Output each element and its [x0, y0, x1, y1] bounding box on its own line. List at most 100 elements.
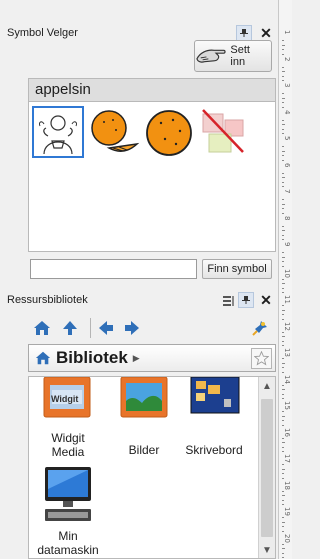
ruler-tick [282, 305, 284, 306]
ruler-tick [282, 530, 284, 532]
ruler-tick [282, 345, 284, 346]
resource-item-bilder[interactable]: Bilder [109, 377, 179, 457]
resource-toolbar [28, 316, 276, 340]
close-icon[interactable]: ✕ [258, 292, 274, 308]
ruler-tick [282, 340, 284, 342]
ruler-tick [282, 358, 284, 359]
ruler-tick [282, 411, 284, 412]
resource-item-widgit-media[interactable]: Widgit Widgit Media [33, 377, 103, 459]
ruler-tick [282, 265, 284, 267]
ruler-tick [282, 473, 284, 474]
pictures-icon [120, 377, 168, 418]
resource-label-bilder: Bilder [128, 443, 160, 457]
ruler-tick [282, 124, 285, 125]
resource-scrollbar[interactable]: ▲ ▼ [258, 377, 275, 558]
resource-panel-title: Ressursbibliotek [7, 294, 88, 306]
resource-item-skrivebord[interactable]: Skrivebord [179, 377, 249, 457]
ruler-tick [282, 424, 284, 426]
breadcrumb-label[interactable]: Bibliotek [56, 348, 128, 368]
insert-button-label: Sett inn [230, 44, 250, 68]
ruler-number: 3 [283, 83, 291, 88]
ruler-tick [282, 159, 284, 161]
ruler-tick [282, 552, 284, 554]
ruler-number: 17 [283, 454, 291, 463]
ruler-tick [282, 155, 284, 156]
ruler-tick [282, 504, 284, 505]
ruler-tick [282, 526, 284, 527]
ruler-number: 11 [283, 295, 291, 304]
ruler-tick [282, 133, 284, 134]
toolbar-separator [90, 318, 91, 338]
ruler-tick [282, 278, 284, 280]
insert-button[interactable]: Sett inn [194, 40, 272, 72]
ruler-tick [282, 415, 285, 417]
ruler-tick [282, 442, 285, 443]
favorite-star-icon[interactable] [251, 348, 272, 369]
ruler-tick [282, 172, 284, 174]
ruler-number: 10 [283, 268, 291, 278]
ruler-number: 6 [283, 162, 291, 167]
scroll-down-icon[interactable]: ▼ [262, 545, 272, 556]
close-icon[interactable]: ✕ [258, 25, 274, 41]
ruler-tick [282, 517, 284, 518]
ruler-number: 18 [283, 480, 291, 490]
symbol-panel-title: Symbol Velger [7, 27, 78, 39]
forward-arrow-icon[interactable] [122, 318, 142, 338]
resource-view: Widgit Widgit Media Bilder Skrivebord Mi… [28, 376, 276, 559]
ruler-tick [282, 234, 284, 236]
ruler-number: 20 [283, 533, 291, 543]
ruler-number: 7 [283, 189, 291, 194]
ruler-tick [282, 468, 285, 470]
ruler-tick [282, 362, 285, 364]
ruler-tick [282, 186, 284, 187]
ruler-tick [282, 119, 284, 121]
ruler-number: 19 [283, 507, 291, 516]
chevron-right-icon[interactable]: ▶ [133, 353, 140, 364]
ruler-tick [282, 71, 285, 72]
find-symbol-button[interactable]: Finn symbol [202, 259, 272, 279]
ruler-tick [282, 495, 285, 496]
symbol-sign-orange[interactable] [32, 106, 84, 158]
ruler-tick [282, 499, 284, 501]
resource-item-min-datamaskin[interactable]: Min datamaskin [33, 467, 103, 557]
widgit-thumb-text: Widgit [51, 394, 79, 404]
ruler-tick [282, 464, 284, 465]
panel-menu-icon[interactable] [220, 292, 236, 308]
back-arrow-icon[interactable] [96, 318, 116, 338]
symbol-word: appelsin [28, 78, 276, 102]
ruler-number: 13 [283, 348, 291, 357]
orange-slices-icon [91, 110, 140, 152]
ruler-number: 16 [283, 427, 291, 437]
ruler-tick [282, 336, 285, 337]
up-arrow-icon[interactable] [60, 318, 80, 338]
pin-icon[interactable] [238, 292, 254, 308]
ruler-tick [282, 367, 284, 368]
ruler-tick [282, 150, 285, 152]
hand-pointer-icon [196, 49, 226, 63]
symbol-grid [28, 102, 276, 252]
ruler-tick [282, 203, 285, 205]
ruler-tick [282, 225, 284, 227]
ruler-tick [282, 181, 284, 183]
scroll-thumb[interactable] [261, 399, 273, 537]
symbol-orange-slices[interactable] [89, 106, 141, 158]
home-icon [35, 351, 51, 365]
ruler-tick [282, 283, 285, 284]
symbol-search-input[interactable] [30, 259, 197, 279]
ruler-tick [282, 261, 284, 262]
home-icon[interactable] [32, 318, 52, 338]
pin-favorite-icon[interactable] [250, 318, 270, 338]
ruler-tick [282, 371, 284, 373]
scroll-up-icon[interactable]: ▲ [262, 381, 272, 392]
symbol-orange[interactable] [143, 106, 195, 158]
ruler-tick [282, 451, 284, 452]
orange-icon [146, 110, 192, 156]
ruler-tick [282, 314, 284, 315]
pin-icon[interactable] [236, 25, 252, 41]
ruler-tick [282, 230, 285, 231]
symbol-no-orange[interactable] [197, 106, 249, 158]
resource-label-min-datamaskin: Min datamaskin [37, 529, 99, 557]
ruler-number: 1 [283, 30, 291, 35]
ruler-number: 4 [283, 109, 291, 114]
resource-panel-header: Ressursbibliotek ✕ [0, 289, 278, 311]
